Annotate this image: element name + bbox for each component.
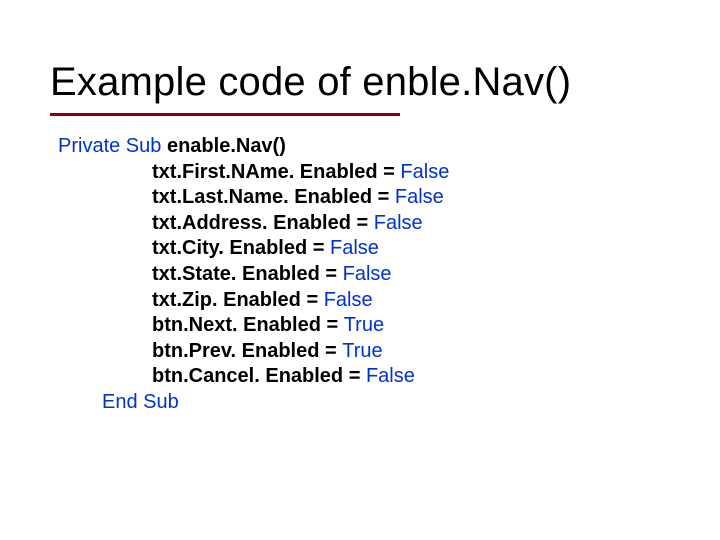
code-line: txt.City. Enabled = False bbox=[58, 236, 670, 262]
code-equals: = bbox=[351, 212, 374, 234]
code-value: False bbox=[400, 161, 449, 183]
code-equals: = bbox=[378, 161, 401, 183]
sub-name: enable.Nav() bbox=[167, 135, 286, 157]
slide: Example code of enble.Nav() Private Sub … bbox=[0, 0, 720, 540]
code-equals: = bbox=[307, 237, 330, 259]
code-object: txt.First.NAme. Enabled bbox=[152, 161, 378, 183]
code-value: False bbox=[395, 186, 444, 208]
code-object: btn.Prev. Enabled bbox=[152, 340, 319, 362]
code-object: txt.State. Enabled bbox=[152, 263, 320, 285]
code-line: btn.Prev. Enabled = True bbox=[58, 339, 670, 365]
title-underline bbox=[50, 113, 400, 116]
code-equals: = bbox=[301, 289, 324, 311]
code-line: btn.Next. Enabled = True bbox=[58, 313, 670, 339]
page-title: Example code of enble.Nav() bbox=[50, 60, 670, 111]
code-object: btn.Cancel. Enabled bbox=[152, 365, 343, 387]
code-equals: = bbox=[321, 314, 344, 336]
code-line: txt.First.NAme. Enabled = False bbox=[58, 160, 670, 186]
code-block: Private Sub enable.Nav() txt.First.NAme.… bbox=[58, 134, 670, 416]
code-equals: = bbox=[343, 365, 366, 387]
code-object: txt.City. Enabled bbox=[152, 237, 307, 259]
code-line: btn.Cancel. Enabled = False bbox=[58, 364, 670, 390]
code-value: True bbox=[342, 340, 382, 362]
code-line: txt.State. Enabled = False bbox=[58, 262, 670, 288]
code-end-sub: End Sub bbox=[58, 390, 670, 416]
code-value: False bbox=[374, 212, 423, 234]
code-line: txt.Zip. Enabled = False bbox=[58, 288, 670, 314]
code-value: False bbox=[324, 289, 373, 311]
code-equals: = bbox=[372, 186, 395, 208]
code-object: btn.Next. Enabled bbox=[152, 314, 321, 336]
title-block: Example code of enble.Nav() bbox=[50, 60, 670, 116]
code-object: txt.Zip. Enabled bbox=[152, 289, 301, 311]
code-object: txt.Last.Name. Enabled bbox=[152, 186, 372, 208]
code-sub-declaration: Private Sub enable.Nav() bbox=[58, 134, 670, 160]
code-value: True bbox=[344, 314, 384, 336]
code-object: txt.Address. Enabled bbox=[152, 212, 351, 234]
code-equals: = bbox=[320, 263, 343, 285]
code-equals: = bbox=[319, 340, 342, 362]
code-value: False bbox=[343, 263, 392, 285]
keyword-private-sub: Private Sub bbox=[58, 135, 161, 157]
code-value: False bbox=[330, 237, 379, 259]
code-value: False bbox=[366, 365, 415, 387]
code-line: txt.Address. Enabled = False bbox=[58, 211, 670, 237]
code-line: txt.Last.Name. Enabled = False bbox=[58, 185, 670, 211]
